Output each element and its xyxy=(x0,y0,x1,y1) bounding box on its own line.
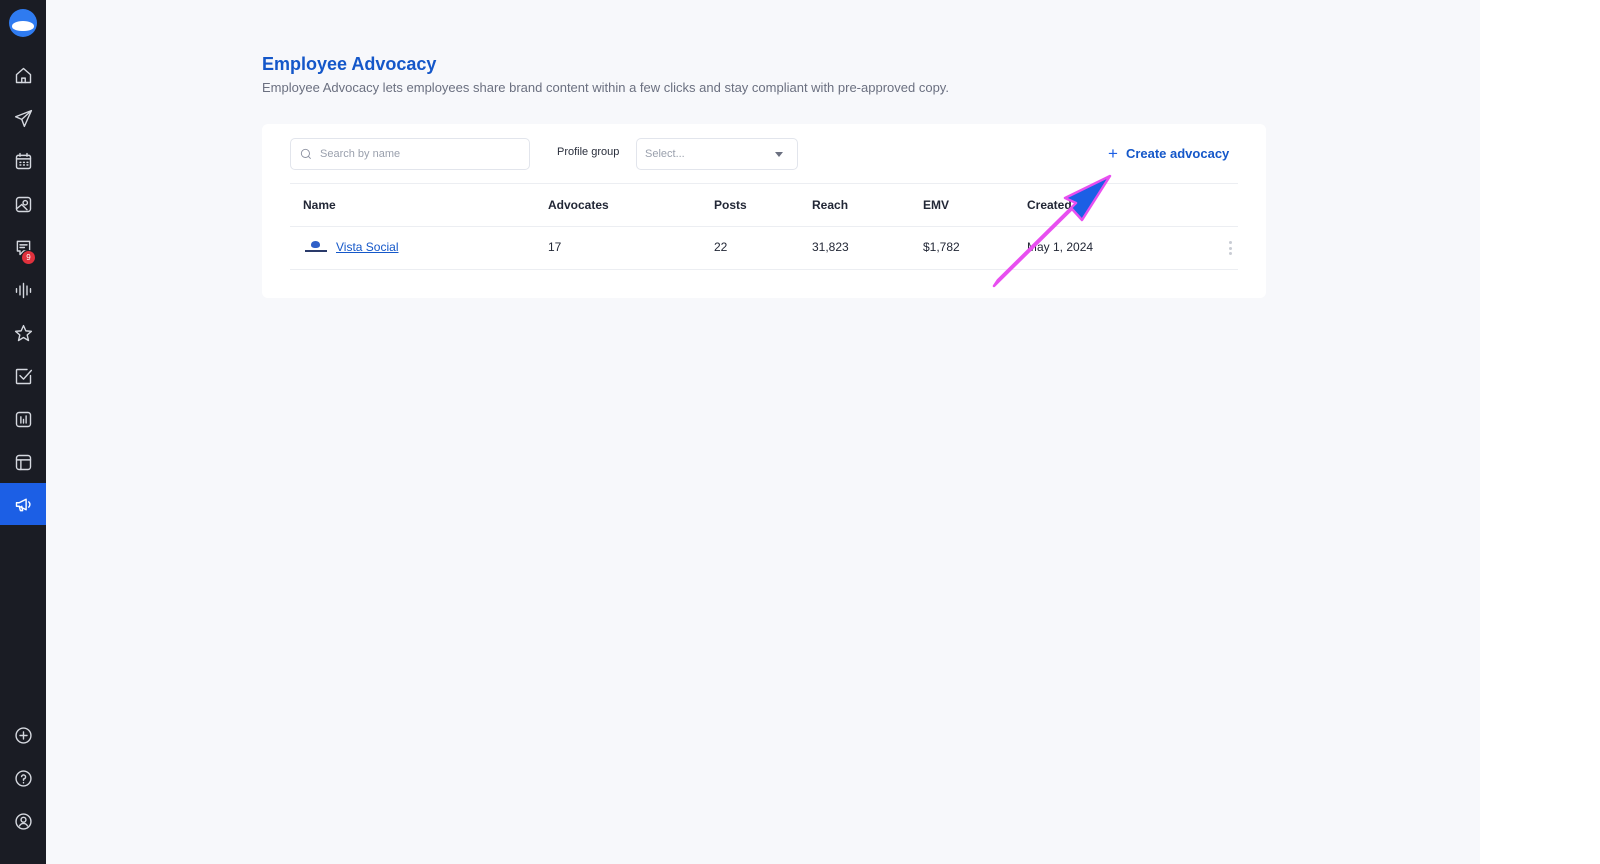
advocacy-name-link[interactable]: Vista Social xyxy=(336,240,398,254)
sidebar-item-home[interactable] xyxy=(0,54,46,96)
sidebar: 9 xyxy=(0,0,46,864)
search-box[interactable] xyxy=(290,138,530,170)
app-logo[interactable] xyxy=(9,9,37,37)
page-description: Employee Advocacy lets employees share b… xyxy=(262,80,949,95)
column-header-name[interactable]: Name xyxy=(303,198,336,212)
sidebar-item-calendar[interactable] xyxy=(0,140,46,182)
listening-icon xyxy=(15,282,31,298)
layout-icon xyxy=(15,454,31,470)
media-icon xyxy=(15,196,31,212)
vista-social-row-logo xyxy=(305,241,327,255)
right-gutter xyxy=(1480,0,1600,864)
column-header-emv[interactable]: EMV xyxy=(923,198,949,212)
add-circle-icon xyxy=(14,726,32,744)
sidebar-item-advocacy[interactable] xyxy=(0,483,46,525)
search-input[interactable] xyxy=(320,148,520,160)
main-content: Employee Advocacy Employee Advocacy lets… xyxy=(46,0,1480,864)
plus-icon: + xyxy=(1108,143,1118,163)
column-header-created[interactable]: Created xyxy=(1027,198,1072,212)
profile-group-select-value: Select... xyxy=(645,148,685,160)
sidebar-item-help[interactable] xyxy=(0,757,46,799)
sidebar-item-inbox[interactable]: 9 xyxy=(0,226,46,268)
calendar-icon xyxy=(15,152,31,169)
sidebar-item-layout[interactable] xyxy=(0,441,46,483)
create-advocacy-label: Create advocacy xyxy=(1125,145,1230,161)
sidebar-item-profile[interactable] xyxy=(0,800,46,842)
divider xyxy=(290,183,1238,184)
megaphone-icon xyxy=(15,498,31,511)
sidebar-item-media[interactable] xyxy=(0,183,46,225)
posts-cell: 22 xyxy=(714,240,728,254)
sidebar-item-reviews[interactable] xyxy=(0,312,46,354)
profile-group-select[interactable]: Select... xyxy=(636,138,798,170)
page-title: Employee Advocacy xyxy=(262,54,437,74)
created-cell: May 1, 2024 xyxy=(1027,240,1094,254)
sidebar-item-add[interactable] xyxy=(0,714,46,756)
sidebar-item-reports[interactable] xyxy=(0,398,46,440)
column-header-advocates[interactable]: Advocates xyxy=(548,198,609,212)
help-icon xyxy=(14,769,32,787)
create-advocacy-button[interactable]: + Create advocacy xyxy=(1108,142,1229,164)
tasks-icon xyxy=(15,368,32,384)
sidebar-item-listening[interactable] xyxy=(0,269,46,311)
advocacy-card: Profile group Select... + Create advocac… xyxy=(262,124,1266,298)
reports-icon xyxy=(15,411,31,427)
sidebar-item-publish[interactable] xyxy=(0,97,46,139)
star-icon xyxy=(14,324,32,341)
reach-cell: 31,823 xyxy=(812,240,849,254)
chevron-down-icon xyxy=(775,152,783,157)
column-header-posts[interactable]: Posts xyxy=(714,198,747,212)
home-icon xyxy=(15,67,31,83)
divider xyxy=(290,226,1238,227)
profile-group-label: Profile group xyxy=(557,146,620,158)
emv-cell: $1,782 xyxy=(923,240,960,254)
divider xyxy=(290,269,1238,270)
row-menu-icon[interactable] xyxy=(1228,241,1232,255)
sidebar-item-tasks[interactable] xyxy=(0,355,46,397)
inbox-badge: 9 xyxy=(21,250,36,265)
profile-icon xyxy=(14,812,32,830)
search-icon xyxy=(300,148,311,159)
advocates-cell: 17 xyxy=(548,240,562,254)
send-icon xyxy=(14,109,32,127)
column-header-reach[interactable]: Reach xyxy=(812,198,848,212)
